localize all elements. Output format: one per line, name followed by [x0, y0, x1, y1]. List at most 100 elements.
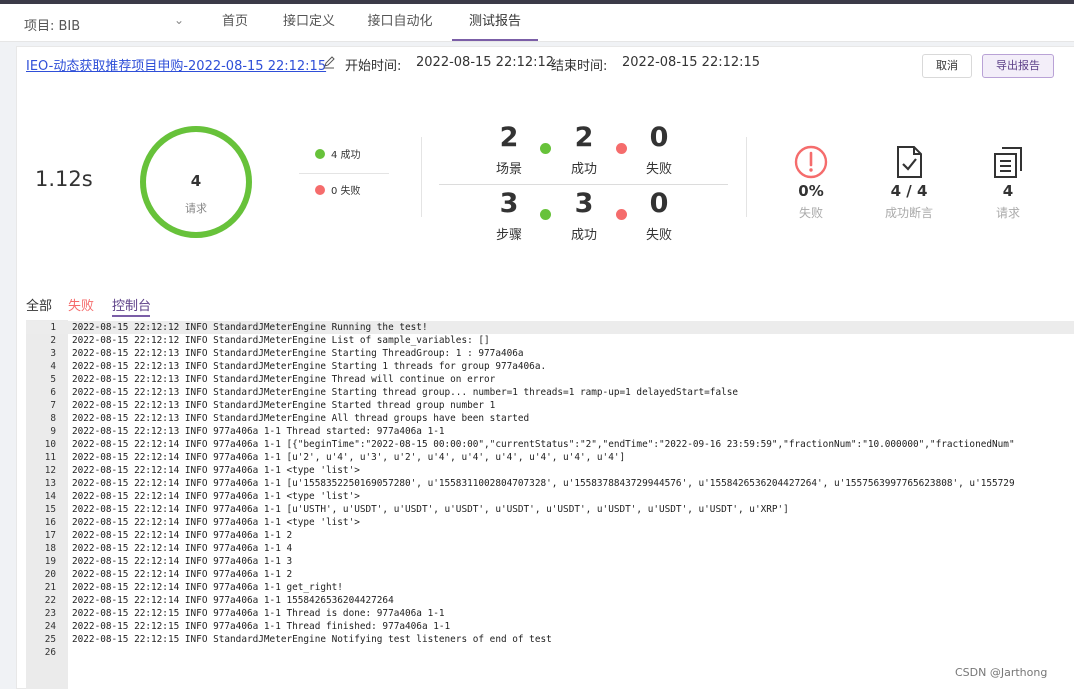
console-line: 2 2022-08-15 22:12:12 INFO StandardJMeter…: [26, 334, 1074, 347]
step-fail: 0: [649, 188, 669, 219]
report-panel: IEO-动态获取推荐项目申购-2022-08-15 22:12:15 开始时间:…: [16, 46, 1074, 689]
subtab-console[interactable]: 控制台: [112, 295, 151, 314]
success-dot-icon: [315, 149, 325, 159]
request-label: 请求: [185, 202, 207, 215]
console-line: 18 2022-08-15 22:12:14 INFO 977a406a 1-1 …: [26, 542, 1074, 555]
console-line: 10 2022-08-15 22:12:14 INFO 977a406a 1-1 …: [26, 438, 1074, 451]
console-line: 4 2022-08-15 22:12:13 INFO StandardJMeter…: [26, 360, 1074, 373]
console-line-text: 2022-08-15 22:12:14 INFO 977a406a 1-1 <t…: [72, 517, 360, 528]
edit-icon[interactable]: [323, 55, 335, 69]
console-line: 5 2022-08-15 22:12:13 INFO StandardJMeter…: [26, 373, 1074, 386]
console-line-text: 2022-08-15 22:12:15 INFO 977a406a 1-1 Th…: [72, 621, 451, 632]
request-count: 4: [190, 172, 202, 190]
project-selector[interactable]: 项目: BIB: [24, 15, 80, 34]
console-line-text: 2022-08-15 22:12:13 INFO 977a406a 1-1 Th…: [72, 426, 445, 437]
watermark: CSDN @Jarthong: [955, 666, 1048, 679]
chevron-down-icon[interactable]: ⌄: [174, 13, 184, 27]
legend-fail-text: 0 失败: [331, 186, 361, 197]
console-log[interactable]: 1 2022-08-15 22:12:12 INFO StandardJMeter…: [26, 320, 1074, 689]
console-line-text: 2022-08-15 22:12:13 INFO StandardJMeterE…: [72, 400, 496, 411]
console-line: 16 2022-08-15 22:12:14 INFO 977a406a 1-1 …: [26, 516, 1074, 529]
console-line-text: 2022-08-15 22:12:13 INFO StandardJMeterE…: [72, 374, 496, 385]
console-line-number: 25: [44, 634, 56, 645]
duration-value: 1.12s: [35, 167, 93, 191]
console-line-text: 2022-08-15 22:12:13 INFO StandardJMeterE…: [72, 413, 530, 424]
assert-value: 4 / 4: [890, 182, 928, 200]
step-success: 3: [574, 188, 594, 219]
console-line: 6 2022-08-15 22:12:13 INFO StandardJMeter…: [26, 386, 1074, 399]
console-line: 21 2022-08-15 22:12:14 INFO 977a406a 1-1 …: [26, 581, 1074, 594]
console-line-number: 1: [50, 322, 56, 333]
console-line: 15 2022-08-15 22:12:14 INFO 977a406a 1-1 …: [26, 503, 1074, 516]
console-line-text: 2022-08-15 22:12:13 INFO StandardJMeterE…: [72, 387, 739, 398]
console-line-text: 2022-08-15 22:12:14 INFO 977a406a 1-1 ge…: [72, 582, 343, 593]
console-line-number: 20: [44, 569, 56, 580]
export-report-button[interactable]: 导出报告: [982, 54, 1054, 78]
step-total: 3: [499, 188, 519, 219]
console-line-text: 2022-08-15 22:12:15 INFO StandardJMeterE…: [72, 634, 552, 645]
fail-rate-value: 0%: [798, 182, 824, 200]
console-line-number: 7: [50, 400, 56, 411]
console-line: 22 2022-08-15 22:12:14 INFO 977a406a 1-1 …: [26, 594, 1074, 607]
nav-tab-test-report[interactable]: 测试报告: [452, 4, 538, 41]
console-line-text: 2022-08-15 22:12:14 INFO 977a406a 1-1 [u…: [72, 478, 1015, 489]
request-kpi-label: 请求: [995, 206, 1020, 220]
console-line-number: 10: [44, 439, 56, 450]
console-line-number: 9: [50, 426, 56, 437]
console-line-number: 4: [50, 361, 56, 372]
console-line: 24 2022-08-15 22:12:15 INFO 977a406a 1-1 …: [26, 620, 1074, 633]
console-line-number: 11: [44, 452, 56, 463]
console-line-number: 22: [44, 595, 56, 606]
legend-success: 4 成功: [315, 146, 361, 161]
console-line-text: 2022-08-15 22:12:14 INFO 977a406a 1-1 <t…: [72, 491, 360, 502]
console-line-number: 6: [50, 387, 56, 398]
cancel-button[interactable]: 取消: [922, 54, 972, 78]
console-line-number: 3: [50, 348, 56, 359]
console-line: 7 2022-08-15 22:12:13 INFO StandardJMeter…: [26, 399, 1074, 412]
console-line: 20 2022-08-15 22:12:14 INFO 977a406a 1-1 …: [26, 568, 1074, 581]
end-time-value: 2022-08-15 22:12:15: [622, 55, 761, 70]
console-line: 11 2022-08-15 22:12:14 INFO 977a406a 1-1 …: [26, 451, 1074, 464]
subtab-all[interactable]: 全部: [26, 295, 52, 314]
console-line-text: 2022-08-15 22:12:14 INFO 977a406a 1-1 [{…: [72, 439, 1015, 450]
report-title-link[interactable]: IEO-动态获取推荐项目申购-2022-08-15 22:12:15: [26, 55, 326, 74]
console-line-number: 15: [44, 504, 56, 515]
subtab-failed[interactable]: 失败: [68, 295, 94, 314]
nav-tab-api-automation[interactable]: 接口自动化: [356, 4, 444, 41]
console-line: 19 2022-08-15 22:12:14 INFO 977a406a 1-1 …: [26, 555, 1074, 568]
scenario-success: 2: [574, 122, 594, 153]
console-line-number: 23: [44, 608, 56, 619]
console-line-text: 2022-08-15 22:12:14 INFO 977a406a 1-1 3: [72, 556, 293, 567]
console-line-text: 2022-08-15 22:12:13 INFO StandardJMeterE…: [72, 348, 524, 359]
console-line: 17 2022-08-15 22:12:14 INFO 977a406a 1-1 …: [26, 529, 1074, 542]
console-line-number: 18: [44, 543, 56, 554]
scenario-total: 2: [499, 122, 519, 153]
console-line-text: 2022-08-15 22:12:14 INFO 977a406a 1-1 4: [72, 543, 293, 554]
step-fail-label: 失败: [645, 228, 672, 243]
console-line: 14 2022-08-15 22:12:14 INFO 977a406a 1-1 …: [26, 490, 1074, 503]
divider-left: [421, 137, 422, 217]
assert-label: 成功断言: [884, 206, 933, 220]
console-line-number: 16: [44, 517, 56, 528]
console-line: 12 2022-08-15 22:12:14 INFO 977a406a 1-1 …: [26, 464, 1074, 477]
console-line: 8 2022-08-15 22:12:13 INFO StandardJMeter…: [26, 412, 1074, 425]
console-line: 23 2022-08-15 22:12:15 INFO 977a406a 1-1 …: [26, 607, 1074, 620]
scenario-success-dot-icon: [540, 143, 551, 154]
subtab-active-indicator: [112, 315, 150, 317]
console-line: 9 2022-08-15 22:12:13 INFO 977a406a 1-1 T…: [26, 425, 1074, 438]
console-line-number: 12: [44, 465, 56, 476]
nav-tab-api-definition[interactable]: 接口定义: [272, 4, 346, 41]
request-kpi-value: 4: [1002, 182, 1014, 200]
stats-row-divider: [439, 184, 728, 185]
nav-tab-home[interactable]: 首页: [206, 4, 264, 41]
scenario-fail-label: 失败: [645, 162, 672, 177]
console-line-number: 8: [50, 413, 56, 424]
console-line: 13 2022-08-15 22:12:14 INFO 977a406a 1-1 …: [26, 477, 1074, 490]
scenario-total-label: 场景: [495, 162, 522, 177]
console-line-number: 17: [44, 530, 56, 541]
start-time-label: 开始时间:: [345, 59, 402, 74]
scenario-success-label: 成功: [570, 162, 597, 177]
console-line-text: 2022-08-15 22:12:14 INFO 977a406a 1-1 2: [72, 569, 293, 580]
legend-fail: 0 失败: [315, 182, 361, 197]
end-time-label: 结束时间:: [551, 59, 608, 74]
